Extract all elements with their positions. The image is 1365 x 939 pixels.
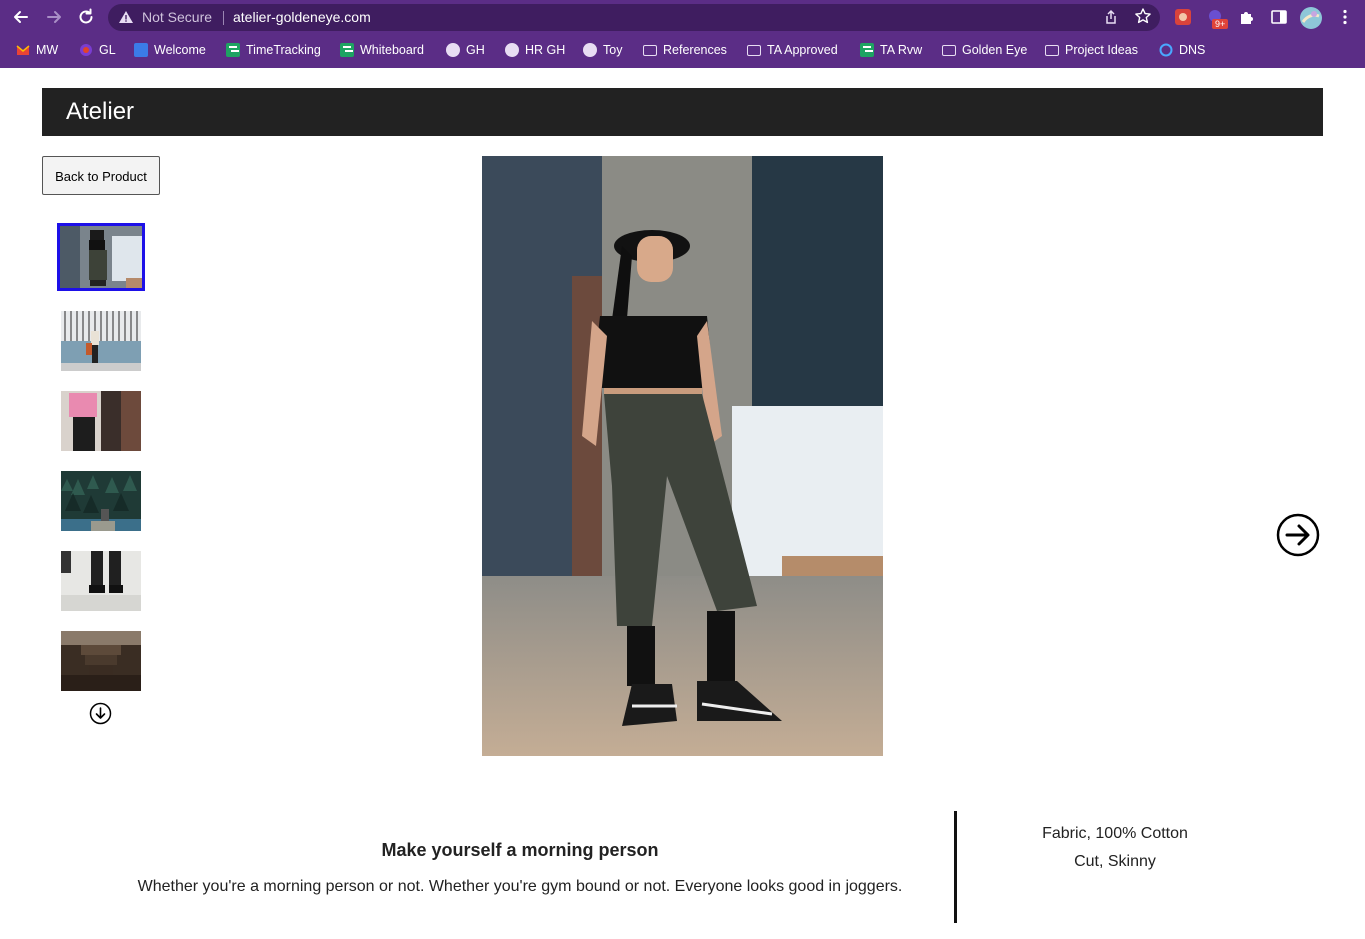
- bookmark-star-icon[interactable]: [1134, 7, 1152, 25]
- thumbnail-image: [61, 391, 141, 451]
- thumbnail-image: [61, 631, 141, 691]
- thumbnail-image: [61, 471, 141, 531]
- bookmark-whiteboard[interactable]: Whiteboard: [340, 41, 424, 59]
- bookmark-mw[interactable]: MW: [16, 41, 58, 59]
- promo-heading: Make yourself a morning person: [381, 840, 659, 860]
- forward-arrow-icon[interactable]: [43, 6, 65, 28]
- back-to-product-button[interactable]: Back to Product: [42, 156, 160, 195]
- bookmark-gl[interactable]: GL: [79, 41, 116, 59]
- site-title[interactable]: Atelier: [66, 98, 134, 126]
- warning-icon[interactable]: [118, 9, 134, 25]
- extension-icon-red[interactable]: [1174, 8, 1192, 26]
- bookmark-dns[interactable]: DNS: [1159, 41, 1205, 59]
- thumbnail-image: [61, 551, 141, 611]
- scroll-down-arrow-icon[interactable]: [89, 702, 112, 725]
- notification-extension-icon[interactable]: 9+: [1207, 8, 1231, 29]
- product-main-image: [482, 156, 883, 756]
- address-separator: [223, 11, 224, 25]
- gitlab-icon: [79, 43, 93, 57]
- bookmark-golden-eye[interactable]: Golden Eye: [942, 41, 1027, 59]
- browser-chrome: Not Secure atelier-goldeneye.com 9+ MW G…: [0, 0, 1365, 68]
- thumbnail-image: [60, 226, 142, 288]
- kebab-menu-icon[interactable]: [1336, 8, 1354, 26]
- browser-toolbar: Not Secure atelier-goldeneye.com 9+: [0, 0, 1365, 34]
- thumbnail-2[interactable]: [61, 311, 141, 371]
- side-panel-icon[interactable]: [1270, 8, 1288, 26]
- spec-fabric: Fabric, 100% Cotton: [1042, 825, 1188, 842]
- sheets-icon: [340, 43, 354, 57]
- docs-icon: [134, 43, 148, 57]
- github-icon: [505, 43, 519, 57]
- bookmark-welcome[interactable]: Welcome: [134, 41, 206, 59]
- thumbnail-5[interactable]: [61, 551, 141, 611]
- bookmarks-bar: MW GL Welcome TimeTracking Whiteboard GH…: [0, 36, 1365, 62]
- thumbnail-6[interactable]: [61, 631, 141, 691]
- github-icon: [583, 43, 597, 57]
- folder-icon: [643, 44, 657, 56]
- notification-badge: 9+: [1215, 19, 1226, 29]
- gmail-icon: [16, 43, 30, 57]
- sheets-icon: [226, 43, 240, 57]
- bookmark-toy[interactable]: Toy: [583, 41, 622, 59]
- reload-icon[interactable]: [75, 6, 97, 28]
- site-header: Atelier: [42, 88, 1323, 136]
- bookmark-ta-approved[interactable]: TA Approved: [747, 41, 838, 59]
- spec-cut: Cut, Skinny: [1074, 853, 1156, 870]
- dns-icon: [1159, 43, 1173, 57]
- thumbnail-4[interactable]: [61, 471, 141, 531]
- back-arrow-icon[interactable]: [10, 6, 32, 28]
- share-icon[interactable]: [1102, 8, 1120, 26]
- bookmark-timetracking[interactable]: TimeTracking: [226, 41, 321, 59]
- thumbnail-image: [61, 311, 141, 371]
- url-text[interactable]: atelier-goldeneye.com: [233, 9, 371, 25]
- sheets-icon: [860, 43, 874, 57]
- promo-description: Whether you're a morning person or not. …: [137, 878, 903, 895]
- bookmark-references[interactable]: References: [643, 41, 727, 59]
- folder-icon: [747, 44, 761, 56]
- puzzle-extensions-icon[interactable]: [1238, 8, 1256, 26]
- profile-avatar-icon[interactable]: [1299, 6, 1323, 30]
- thumbnail-1[interactable]: [57, 223, 145, 291]
- vertical-divider: [954, 811, 957, 923]
- address-bar[interactable]: Not Secure atelier-goldeneye.com: [108, 4, 1160, 31]
- folder-icon: [942, 44, 956, 56]
- security-label[interactable]: Not Secure: [142, 9, 212, 25]
- next-image-arrow-icon[interactable]: [1276, 513, 1320, 557]
- folder-icon: [1045, 44, 1059, 56]
- bookmark-hr-gh[interactable]: HR GH: [505, 41, 565, 59]
- bookmark-ta-rvw[interactable]: TA Rvw: [860, 41, 922, 59]
- thumbnail-3[interactable]: [61, 391, 141, 451]
- bookmark-gh[interactable]: GH: [446, 41, 485, 59]
- bookmark-project-ideas[interactable]: Project Ideas: [1045, 41, 1138, 59]
- github-icon: [446, 43, 460, 57]
